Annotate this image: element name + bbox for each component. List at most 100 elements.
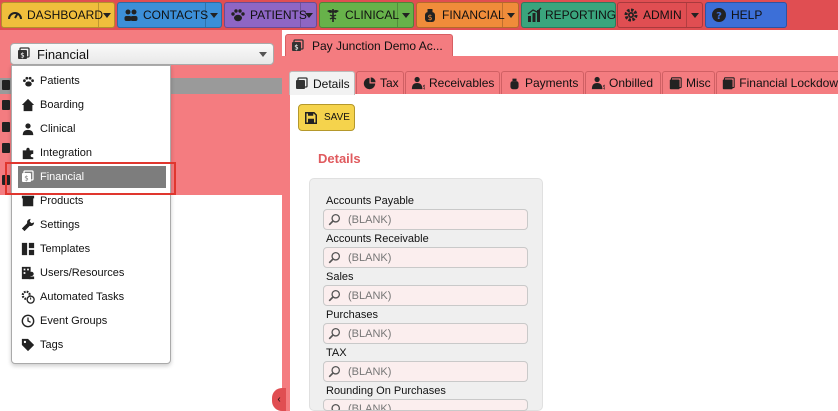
chevron-left-icon: ‹ — [277, 394, 281, 405]
wrench-icon — [20, 217, 36, 233]
left-panel-tree-icon — [2, 80, 10, 90]
tab-label: Payments — [525, 76, 579, 90]
svg-text:?: ? — [716, 11, 722, 22]
svg-text:$: $ — [294, 43, 298, 51]
nav-reporting-button[interactable]: REPORTING — [521, 2, 616, 28]
gear-icon — [622, 6, 640, 24]
tab-label: Details — [313, 76, 350, 91]
chevron-down-icon — [259, 52, 267, 57]
chevron-down-icon[interactable] — [502, 3, 518, 27]
misc-icon — [667, 76, 683, 90]
accounts-receivable-field[interactable]: (BLANK) — [323, 247, 528, 268]
question-icon: ? — [710, 6, 728, 24]
module-select[interactable]: $ Financial — [10, 43, 274, 65]
nav-reporting-label: REPORTING — [545, 8, 617, 22]
document-tab-label: Pay Junction Demo Ac... — [312, 38, 443, 53]
menu-item-event-groups[interactable]: Event Groups — [18, 310, 166, 332]
module-select-value: Financial — [37, 46, 90, 62]
selection-highlight-box — [5, 162, 176, 195]
menu-item-integration[interactable]: Integration — [18, 142, 166, 164]
top-navigation-bar: DASHBOARD CONTACTS PATIENTS CLINICAL $ F… — [0, 0, 838, 30]
sales-label: Sales — [326, 271, 354, 283]
tab-tax[interactable]: Tax — [356, 71, 404, 94]
accounts-payable-label: Accounts Payable — [326, 195, 415, 207]
financial-icon: $ — [17, 47, 33, 61]
menu-item-label: Event Groups — [40, 315, 108, 327]
menu-item-label: Automated Tasks — [40, 291, 125, 303]
menu-item-templates[interactable]: Templates — [18, 238, 166, 260]
chevron-down-icon[interactable] — [98, 3, 114, 27]
users-icon — [20, 265, 36, 281]
svg-text:$: $ — [427, 13, 432, 22]
tab-label: Misc — [686, 76, 711, 90]
financial-icon — [294, 76, 310, 91]
collapse-panel-handle[interactable]: ‹ — [272, 388, 286, 411]
accounts-receivable-label: Accounts Receivable — [326, 233, 429, 245]
nav-dashboard-button[interactable]: DASHBOARD — [1, 2, 115, 28]
search-icon — [328, 403, 342, 410]
left-panel-tree-icon — [2, 143, 10, 153]
nav-clinical-button[interactable]: CLINICAL — [319, 2, 414, 28]
house-icon — [20, 97, 36, 113]
menu-item-patients[interactable]: Patients — [18, 70, 166, 92]
menu-item-label: Clinical — [40, 123, 76, 135]
tab-label: Receivables — [429, 76, 495, 90]
left-panel-tree-icon — [2, 122, 10, 132]
chevron-down-icon[interactable] — [397, 3, 413, 27]
tab-details[interactable]: Details — [289, 71, 355, 95]
chart-icon — [526, 6, 542, 24]
tax-field[interactable]: (BLANK) — [323, 361, 528, 382]
menu-item-label: Tags — [40, 339, 64, 351]
search-icon — [328, 365, 342, 378]
document-tab[interactable]: $ Pay Junction Demo Ac... — [285, 34, 453, 56]
tab-label: Financial Lockdow — [739, 76, 838, 90]
purchases-label: Purchases — [326, 309, 378, 321]
menu-item-clinical[interactable]: Clinical — [18, 118, 166, 140]
chevron-down-icon[interactable] — [686, 3, 702, 27]
tab-misc[interactable]: Misc — [662, 71, 715, 94]
chevron-down-icon[interactable] — [300, 3, 316, 27]
svg-text:$: $ — [422, 84, 425, 90]
dashboard-gauge-icon — [6, 6, 24, 24]
nav-admin-button[interactable]: ADMIN — [617, 2, 703, 28]
puzzle-icon — [20, 145, 36, 161]
menu-item-boarding[interactable]: Boarding — [18, 94, 166, 116]
tax-value: (BLANK) — [348, 365, 392, 378]
menu-item-automated-tasks[interactable]: Automated Tasks — [18, 286, 166, 308]
caduceus-icon — [324, 6, 342, 24]
menu-item-tags[interactable]: Tags — [18, 334, 166, 356]
automated-gear-icon — [20, 289, 36, 305]
rounding-on-purchases-field[interactable]: (BLANK) — [323, 399, 528, 411]
nav-clinical-label: CLINICAL — [345, 8, 400, 22]
purchases-field[interactable]: (BLANK) — [323, 323, 528, 344]
nav-patients-button[interactable]: PATIENTS — [224, 2, 317, 28]
menu-item-users-resources[interactable]: Users/Resources — [18, 262, 166, 284]
tab-receivables[interactable]: $ Receivables — [405, 71, 500, 94]
nav-help-button[interactable]: ? HELP — [705, 2, 787, 28]
nav-contacts-button[interactable]: CONTACTS — [117, 2, 222, 28]
box-icon — [20, 193, 36, 209]
rounding-on-purchases-value: (BLANK) — [348, 403, 392, 411]
floppy-disk-icon — [305, 111, 319, 124]
menu-item-label: Integration — [40, 147, 92, 159]
save-button[interactable]: SAVE — [298, 104, 355, 131]
save-button-label: SAVE — [324, 112, 350, 123]
nav-financial-button[interactable]: $ FINANCIAL — [416, 2, 519, 28]
tax-label: TAX — [326, 347, 347, 359]
payments-icon — [506, 77, 522, 90]
menu-item-label: Boarding — [40, 99, 85, 111]
accounts-payable-value: (BLANK) — [348, 213, 392, 226]
svg-text:$: $ — [20, 52, 24, 60]
pie-icon — [361, 76, 377, 90]
tab-financial-lockdown[interactable]: Financial Lockdow — [716, 71, 838, 94]
chevron-down-icon[interactable] — [205, 3, 221, 27]
accounts-payable-field[interactable]: (BLANK) — [323, 209, 528, 230]
menu-item-settings[interactable]: Settings — [18, 214, 166, 236]
tab-onbilled[interactable]: $ Onbilled — [585, 71, 661, 94]
tab-label: Tax — [380, 76, 399, 90]
tab-label: Onbilled — [609, 76, 654, 90]
template-icon — [20, 241, 36, 257]
menu-item-label: Templates — [40, 243, 91, 255]
tab-payments[interactable]: Payments — [501, 71, 584, 94]
sales-field[interactable]: (BLANK) — [323, 285, 528, 306]
